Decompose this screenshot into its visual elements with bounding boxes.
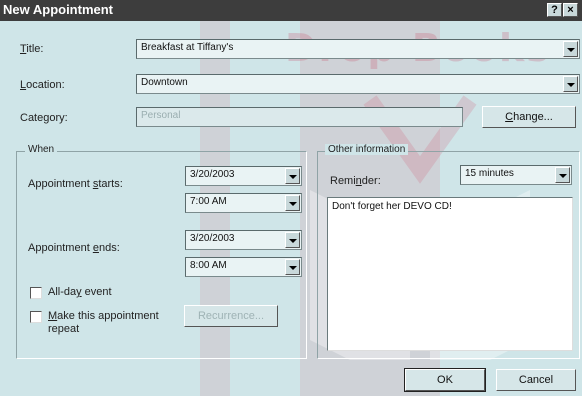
all-day-label: All-day event [48,286,112,298]
end-date-field[interactable]: 3/20/2003 [185,230,302,250]
reminder-value: 15 minutes [465,168,514,179]
repeat-label-line2: repeat [48,323,80,335]
reminder-select[interactable]: 15 minutes [460,165,572,185]
end-date-dropdown-icon[interactable] [285,232,300,248]
repeat-checkbox[interactable] [30,311,42,323]
title-value: Breakfast at Tiffany's [141,42,234,53]
reminder-label: Reminder: [330,175,381,187]
all-day-checkbox[interactable] [30,287,42,299]
when-legend: When [25,144,58,155]
close-button[interactable]: × [563,3,578,17]
change-button-label: hange... [513,111,553,123]
window-titlebar: New Appointment ? × [0,0,582,21]
notes-textarea[interactable]: Don't forget her DEVO CD! [327,197,573,351]
title-label: Title: [20,43,44,55]
location-label-text: ocation: [26,79,65,91]
repeat-label: Make this appointment [48,310,159,322]
start-time-value: 7:00 AM [190,196,227,207]
location-value: Downtown [141,77,188,88]
location-field[interactable]: Downtown [136,74,580,94]
end-date-value: 3/20/2003 [190,233,235,244]
ok-button[interactable]: OK [404,368,486,392]
title-dropdown-icon[interactable] [563,41,578,57]
start-date-dropdown-icon[interactable] [285,168,300,184]
change-category-button[interactable]: Change... [482,106,576,128]
category-field: Personal [136,107,463,127]
reminder-dropdown-icon[interactable] [555,167,570,183]
category-value: Personal [141,110,181,121]
window-title: New Appointment [3,2,114,17]
other-info-legend: Other information [325,144,409,155]
end-time-value: 8:00 AM [190,260,227,271]
help-button[interactable]: ? [547,3,562,17]
start-time-field[interactable]: 7:00 AM [185,193,302,213]
cancel-button[interactable]: Cancel [496,369,576,391]
title-field[interactable]: Breakfast at Tiffany's [136,39,580,59]
category-label: Category: [20,112,68,124]
appointment-starts-label: Appointment starts: [28,178,123,190]
start-time-dropdown-icon[interactable] [285,195,300,211]
end-time-field[interactable]: 8:00 AM [185,257,302,277]
title-label-text: itle: [26,43,44,55]
end-time-dropdown-icon[interactable] [285,259,300,275]
start-date-field[interactable]: 3/20/2003 [185,166,302,186]
location-label: Location: [20,79,65,91]
appointment-ends-label: Appointment ends: [28,242,120,254]
location-dropdown-icon[interactable] [563,76,578,92]
start-date-value: 3/20/2003 [190,169,235,180]
notes-text: Don't forget her DEVO CD! [332,201,452,212]
recurrence-button: Recurrence... [184,305,278,327]
